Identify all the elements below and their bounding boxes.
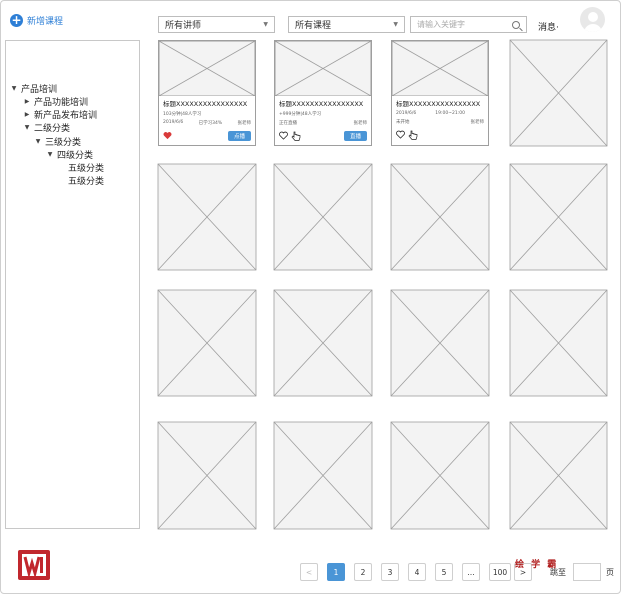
- page-5-button[interactable]: 5: [435, 563, 453, 581]
- page-2-button[interactable]: 2: [354, 563, 372, 581]
- jump-page-input[interactable]: [573, 563, 601, 581]
- jump-label: 跳至: [550, 568, 566, 577]
- brand-logo: [18, 550, 50, 580]
- logo-mark-icon: [22, 554, 46, 576]
- page-4-button[interactable]: 4: [408, 563, 426, 581]
- page-1-button[interactable]: 1: [327, 563, 345, 581]
- prev-page-button[interactable]: <: [300, 563, 318, 581]
- placeholder-grid: [157, 39, 608, 530]
- page-unit-label: 页: [606, 568, 614, 577]
- page-ellipsis: …: [462, 563, 480, 581]
- page-3-button[interactable]: 3: [381, 563, 399, 581]
- page-100-button[interactable]: 100: [489, 563, 511, 581]
